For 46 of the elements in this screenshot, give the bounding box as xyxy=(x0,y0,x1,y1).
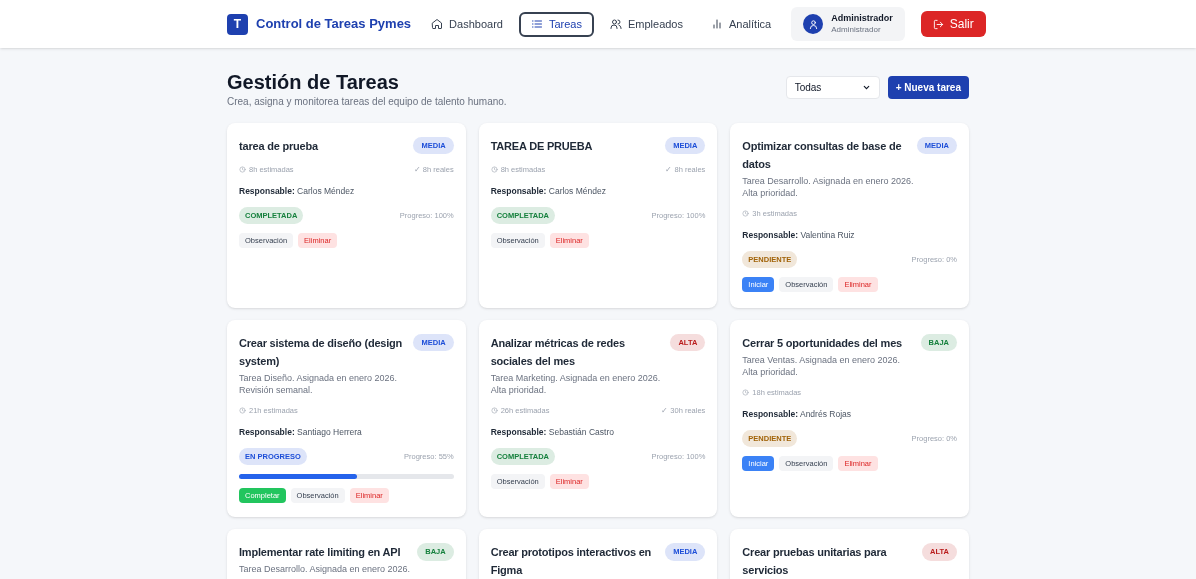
responsible-text: Responsable: Carlos Méndez xyxy=(239,185,356,198)
user-role: Administrador xyxy=(831,24,882,35)
home-icon xyxy=(431,18,444,30)
page-subtitle: Crea, asigna y monitorea tareas del equipo de talento humano. xyxy=(227,95,507,109)
chevron-down-icon xyxy=(861,83,871,92)
clock-icon xyxy=(239,166,246,174)
logout-button[interactable]: Salir xyxy=(920,11,986,37)
clock-icon xyxy=(490,166,498,174)
bar-chart-icon xyxy=(711,18,723,30)
task-title: Crear prototipos interactivos en Figma xyxy=(490,545,653,579)
logout-icon xyxy=(932,18,944,30)
responsible-text: Responsable: Sebastián Castro xyxy=(490,426,615,439)
filter-select[interactable]: Todas xyxy=(785,76,880,99)
task-description: Tarea Ventas. Asignada en enero 2026. Alta prioridad. xyxy=(742,354,901,378)
nav-tab[interactable]: Analítica xyxy=(699,11,784,37)
app-title: Control de Tareas Pymes xyxy=(256,15,412,34)
task-description: Tarea Diseño. Asignada en enero 2026. Revisión semanal. xyxy=(239,372,399,396)
page-title: Gestión de Tareas xyxy=(227,70,400,94)
responsible-text: Responsable: Valentina Ruiz xyxy=(742,229,856,242)
clock-icon xyxy=(742,389,750,397)
task-title: Cerrar 5 oportunidades del mes xyxy=(742,336,902,351)
logo-icon: T xyxy=(227,13,248,35)
task-title: TAREA DE PRUEBA xyxy=(490,139,593,154)
task-title: Implementar rate limiting en API xyxy=(239,545,401,561)
user-name: Administrador xyxy=(831,13,893,24)
responsible-text: Responsable: Carlos Méndez xyxy=(490,185,607,198)
new-task-button[interactable]: + Nueva tarea xyxy=(887,76,969,99)
task-description: Tarea Desarrollo. Asignada en enero 2026. Alta prioridad. xyxy=(742,175,915,199)
nav-tab[interactable]: Empleados xyxy=(597,11,695,37)
task-title: Crear sistema de diseño (design system) xyxy=(239,336,404,369)
task-title: Analizar métricas de redes sociales del mes xyxy=(490,336,626,369)
clock-icon xyxy=(490,407,498,415)
list-icon xyxy=(530,18,543,30)
clock-icon xyxy=(239,407,246,415)
avatar-icon xyxy=(803,14,824,34)
users-icon xyxy=(609,18,622,30)
nav-tab[interactable]: Tareas xyxy=(518,11,594,37)
task-title: tarea de prueba xyxy=(239,139,318,154)
task-title: Optimizar consultas de base de datos xyxy=(742,139,903,172)
responsible-text: Responsable: Santiago Herrera xyxy=(239,426,363,439)
task-description: Tarea Desarrollo. Asignada en enero 2026. xyxy=(239,563,412,576)
task-description: Tarea Marketing. Asignada en enero 2026. Alta prioridad. xyxy=(490,372,662,396)
nav-tab[interactable]: Dashboard xyxy=(419,11,515,37)
task-title: Crear pruebas unitarias para servicios xyxy=(742,545,888,579)
clock-icon xyxy=(742,210,750,218)
responsible-text: Responsable: Andrés Rojas xyxy=(742,408,852,421)
